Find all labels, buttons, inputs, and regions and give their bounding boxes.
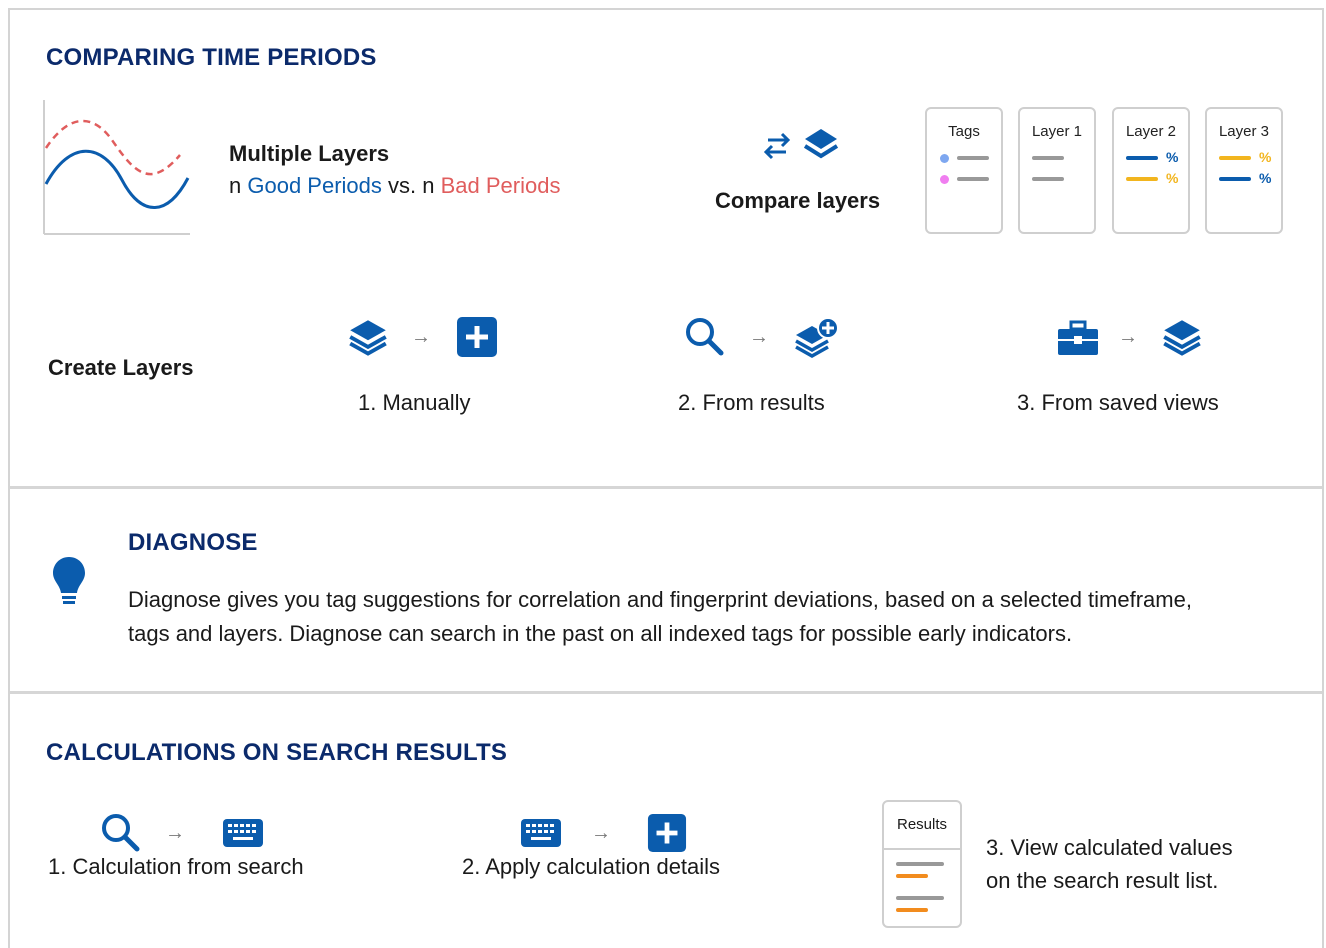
legend-card-layer-1: Layer 1: [1018, 107, 1096, 234]
result-line: [896, 862, 944, 866]
layer-line: [1219, 177, 1251, 181]
layer-line: [1126, 156, 1158, 160]
calc-step-3-line-2: on the search result list.: [986, 868, 1219, 893]
layer-percent: %: [1166, 170, 1179, 186]
layer-percent: %: [1259, 149, 1272, 165]
legend-card-label: Tags: [948, 123, 980, 140]
swap-arrows-icon: [763, 132, 791, 160]
results-card-divider: [884, 848, 960, 850]
step-from-saved-views: 3. From saved views: [1017, 390, 1219, 415]
search-icon: [102, 814, 140, 852]
create-layers-label: Create Layers: [48, 355, 194, 380]
multiple-layers-title: Multiple Layers: [229, 141, 390, 166]
layer-percent: %: [1259, 170, 1272, 186]
arrow: →: [591, 822, 611, 844]
layers-icon: [803, 129, 839, 159]
legend-card-layer-2: Layer 2 % %: [1112, 107, 1190, 234]
keyboard-icon: [223, 819, 263, 847]
layers-icon: [1163, 320, 1201, 356]
legend-card-label: Layer 2: [1125, 123, 1177, 140]
keyboard-icon: [521, 819, 561, 847]
n-label: n: [229, 173, 242, 198]
step-from-results: 2. From results: [678, 390, 825, 415]
add-square-icon: [457, 317, 497, 357]
layer-percent: %: [1166, 149, 1179, 165]
legend-card-label: Layer 1: [1031, 123, 1083, 140]
vs-label: vs. n: [388, 173, 435, 198]
tag-dot: [940, 175, 949, 184]
tag-dot: [940, 154, 949, 163]
add-layer-icon: [795, 317, 839, 359]
results-card: Results: [882, 800, 962, 928]
calc-step-1: 1. Calculation from search: [48, 854, 304, 879]
result-value-line: [896, 874, 928, 878]
arrow: →: [749, 326, 769, 348]
layer-line: [1032, 156, 1064, 160]
result-line: [896, 896, 944, 900]
layer-line: [1032, 177, 1064, 181]
layers-icon: [349, 320, 387, 356]
section-divider: [10, 486, 1322, 489]
section-divider: [10, 691, 1322, 694]
calculations-title: CALCULATIONS ON SEARCH RESULTS: [46, 739, 508, 766]
toolbox-icon: [1058, 320, 1098, 355]
step-manually: 1. Manually: [358, 390, 471, 415]
arrow: →: [411, 326, 431, 348]
legend-card-label: Layer 3: [1218, 123, 1270, 140]
layer-line: [1126, 177, 1158, 181]
legend-card-layer-3: Layer 3 % %: [1205, 107, 1283, 234]
compare-layers-label: Compare layers: [715, 188, 881, 213]
lightbulb-icon: [53, 557, 85, 604]
diagnose-text-line-1: Diagnose gives you tag suggestions for c…: [128, 587, 1192, 612]
good-periods-text: Good Periods: [247, 173, 382, 198]
result-value-line: [896, 908, 928, 912]
tag-line: [957, 177, 989, 181]
bad-periods-text: Bad Periods: [440, 173, 561, 198]
arrow: →: [165, 822, 185, 844]
diagnose-text-line-2: tags and layers. Diagnose can search in …: [128, 621, 1073, 646]
results-card-label: Results: [896, 816, 948, 833]
diagnose-title: DIAGNOSE: [128, 529, 258, 556]
search-icon: [686, 318, 724, 356]
periods-line: n Good Periods vs. n Bad Periods: [229, 173, 560, 199]
layers-wave-chart: [43, 100, 190, 235]
comparing-title: COMPARING TIME PERIODS: [46, 44, 377, 71]
add-square-icon: [647, 813, 687, 853]
calc-step-3-line-1: 3. View calculated values: [986, 835, 1233, 860]
legend-card-tags: Tags: [925, 107, 1003, 234]
calc-step-2: 2. Apply calculation details: [462, 854, 721, 879]
layer-line: [1219, 156, 1251, 160]
tag-line: [957, 156, 989, 160]
arrow: →: [1118, 326, 1138, 348]
